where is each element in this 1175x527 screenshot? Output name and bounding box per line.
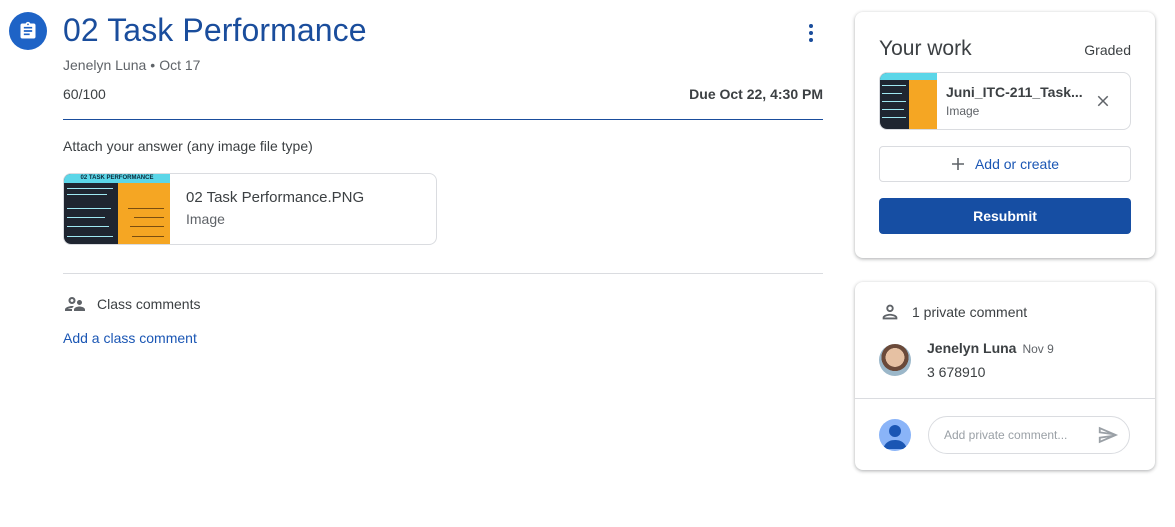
comment-text: 3 678910 [927,364,986,380]
assignment-meta: Jenelyn Luna • Oct 17 [63,57,200,73]
submitted-file-thumbnail [880,73,937,129]
private-comments-count: 1 private comment [912,304,1028,320]
author-name: Jenelyn Luna [63,57,147,73]
comment-author: Jenelyn Luna Nov 9 [927,340,1054,356]
comment-divider [855,398,1155,399]
assignment-icon [9,12,47,50]
comment-date: Nov 9 [1022,342,1054,356]
instructions-text: Attach your answer (any image file type) [63,138,313,154]
posted-date: Oct 17 [159,57,201,73]
person-icon [882,304,898,320]
meta-separator: • [150,57,156,73]
page-title: 02 Task Performance [63,12,367,48]
close-icon[interactable] [1094,92,1112,110]
user-avatar [879,419,911,451]
attachment-name: 02 Task Performance.PNG [186,189,365,206]
avatar [879,344,911,376]
attachment-thumbnail: 02 TASK PERFORMANCE [64,174,170,244]
resubmit-button[interactable]: Resubmit [879,198,1131,234]
your-work-card: Your work Graded Juni_ITC-211_Task... Im… [855,12,1155,258]
private-comment-box [928,416,1130,454]
add-or-create-button[interactable]: Add or create [879,146,1131,182]
assignment-attachment[interactable]: 02 TASK PERFORMANCE 02 Task Performance.… [63,173,437,245]
submitted-file-type: Image [946,104,980,118]
private-comment-input[interactable] [944,428,1084,442]
points-score: 60/100 [63,86,106,102]
header-divider [63,119,823,120]
private-comments-card: 1 private comment Jenelyn Luna Nov 9 3 67… [855,282,1155,470]
people-icon [65,297,85,311]
class-comments-header: Class comments [63,292,200,316]
add-or-create-label: Add or create [974,156,1060,172]
more-options-icon[interactable] [800,20,822,46]
grade-status: Graded [1084,42,1131,58]
attachment-type: Image [186,211,225,227]
private-comments-header: 1 private comment [879,301,1027,323]
comment-author-name: Jenelyn Luna [927,340,1017,356]
add-class-comment-link[interactable]: Add a class comment [63,330,197,346]
class-comments-label: Class comments [97,296,201,312]
submitted-file[interactable]: Juni_ITC-211_Task... Image [879,72,1131,130]
section-divider [63,273,823,274]
submitted-file-name: Juni_ITC-211_Task... [946,84,1083,100]
plus-icon [951,158,964,170]
due-date: Due Oct 22, 4:30 PM [689,86,823,102]
send-icon[interactable] [1097,424,1119,446]
your-work-title: Your work [879,37,972,60]
thumbnail-banner-text: 02 TASK PERFORMANCE [64,174,170,183]
